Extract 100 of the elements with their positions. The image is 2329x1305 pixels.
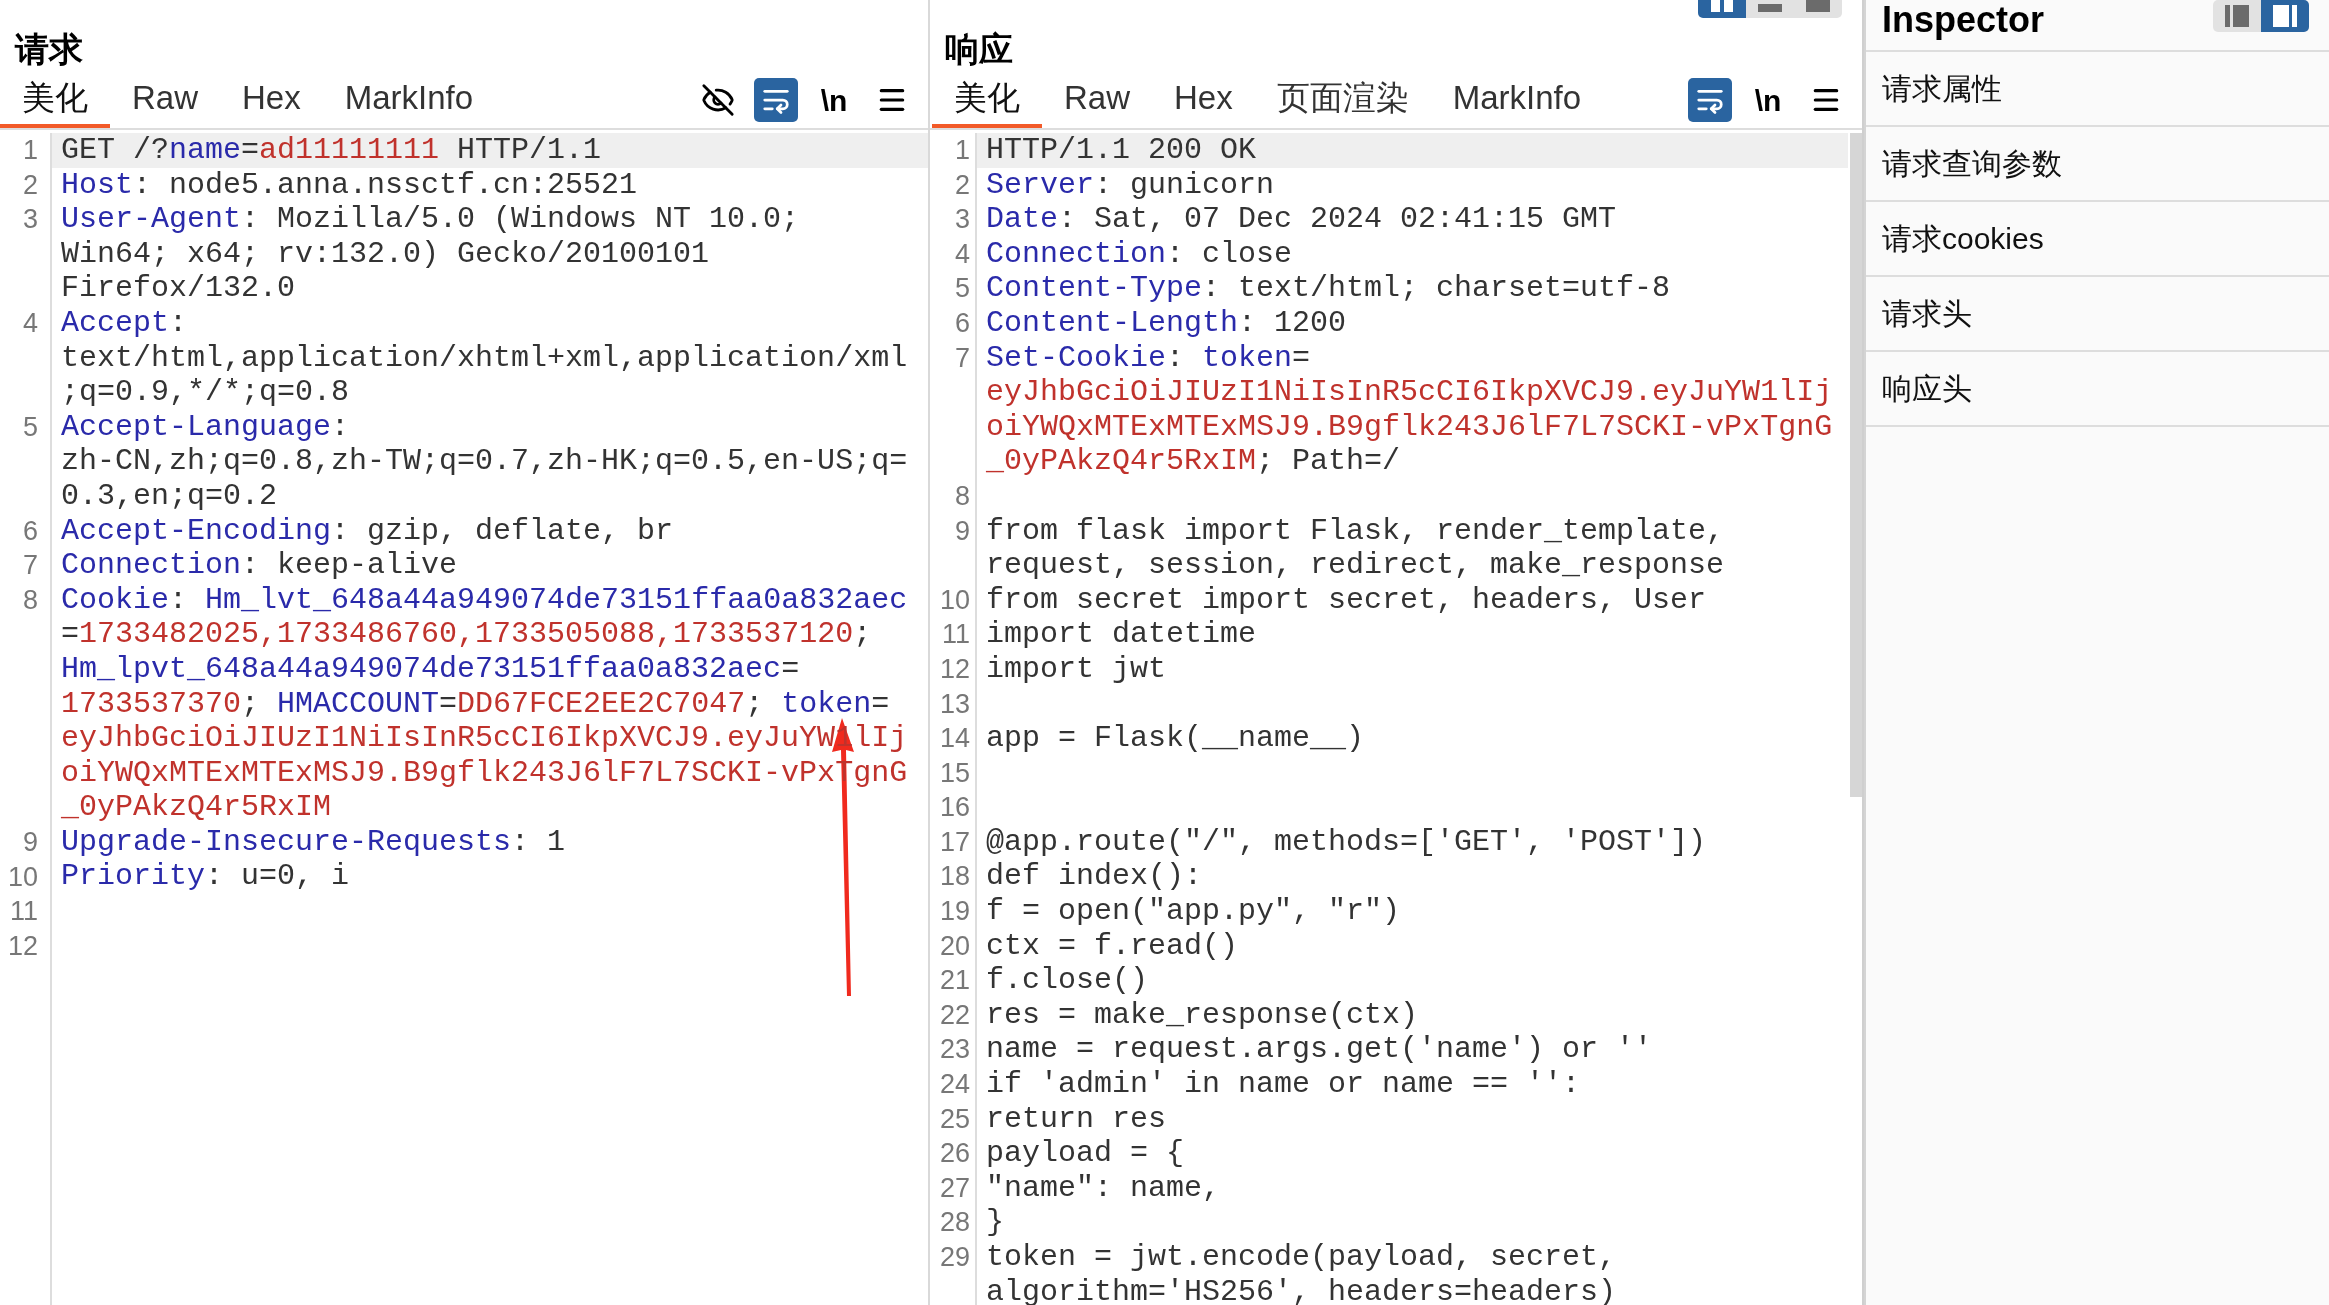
panel-title: 响应 (945, 29, 1013, 70)
newline-button[interactable]: \n (812, 78, 856, 122)
inspector-section[interactable]: 响应头 (1866, 352, 2329, 427)
inspector-section[interactable]: 请求属性 (1866, 52, 2329, 127)
code-line: Priority: u=0, i (60, 859, 351, 895)
line-number: 15 (938, 756, 970, 790)
line-number: 14 (938, 722, 970, 756)
line-number: 6 (953, 306, 970, 340)
inspector-section[interactable]: 请求头 (1866, 277, 2329, 352)
line-number: 5 (21, 410, 38, 444)
scrollbar[interactable] (1850, 133, 1862, 797)
code-line: eyJhbGciOiJIUzI1NiIsInR5cCI6IkpXVCJ9.eyJuYW1lIj (985, 375, 1834, 410)
code-line: ctx = f.read() (985, 928, 1240, 964)
tab[interactable]: Raw (1042, 72, 1153, 128)
line-number: 3 (21, 203, 38, 237)
line-number: 9 (21, 825, 38, 859)
layout-toggle[interactable] (1746, 0, 1794, 18)
wrap-button[interactable] (754, 78, 798, 122)
line-number: 12 (6, 929, 38, 963)
tab[interactable]: MarkInfo (322, 72, 496, 128)
code-line: @app.route("/", methods=['GET', 'POST']) (985, 824, 1708, 860)
tab[interactable]: 美化 (932, 72, 1042, 128)
line-number: 12 (938, 652, 970, 686)
tab[interactable]: MarkInfo (1430, 72, 1604, 128)
columns-icon (1709, 0, 1735, 12)
inspector-section[interactable]: 请求查询参数 (1866, 127, 2329, 202)
line-number: 4 (953, 237, 970, 271)
layout-toggle[interactable] (2261, 0, 2309, 32)
layout-toggle[interactable] (1698, 0, 1746, 18)
code-line: res = make_response(ctx) (985, 997, 1420, 1033)
code-line: f.close() (985, 963, 1150, 998)
line-number: 7 (21, 549, 38, 583)
inspector-title: Inspector (1882, 0, 2045, 40)
sidebar-right-icon (2272, 5, 2298, 27)
tab[interactable]: Hex (220, 72, 323, 128)
newline-button[interactable]: \n (1746, 78, 1790, 122)
code-line: 1733537370; HMACCOUNT=DD67FCE2EE2C7047; token= (60, 686, 891, 722)
line-number: 11 (8, 895, 38, 929)
line-number: 19 (938, 895, 970, 929)
line-number: 17 (938, 825, 970, 859)
sidebar-left-icon (2224, 5, 2250, 27)
code-line: Connection: close (985, 236, 1294, 272)
line-number: 2 (21, 168, 38, 202)
code-line: Set-Cookie: token= (985, 340, 1312, 376)
line-number: 25 (938, 1102, 970, 1136)
block-icon (1805, 0, 1831, 12)
code-line: User-Agent: Mozilla/5.0 (Windows NT 10.0; (60, 202, 801, 237)
code-line: if 'admin' in name or name == '': (985, 1067, 1582, 1102)
inspector-section[interactable]: 请求cookies (1866, 202, 2329, 277)
layout-toggle[interactable] (1794, 0, 1842, 18)
line-number: 26 (938, 1137, 970, 1171)
line-number: 28 (938, 1206, 970, 1240)
code-line: from flask import Flask, render_template, (985, 513, 1726, 549)
line-number: 20 (938, 929, 970, 963)
dash-icon (1757, 4, 1783, 12)
line-number: 13 (938, 687, 970, 721)
line-number: 22 (938, 998, 970, 1032)
code-line: Date: Sat, 07 Dec 2024 02:41:15 GMT (985, 202, 1618, 237)
tab[interactable]: 页面渲染 (1254, 72, 1431, 128)
code-line: Win64; x64; rv:132.0) Gecko/20100101 (60, 236, 711, 272)
code-line: "name": name, (985, 1170, 1222, 1206)
code-line: app = Flask(__name__) (985, 721, 1366, 756)
line-number: 10 (6, 860, 38, 894)
code-line: return res (985, 1101, 1168, 1137)
layout-toggle[interactable] (2213, 0, 2261, 32)
code-line: oiYWQxMTExMTExMSJ9.B9gflk243J6lF7L7SCKI-vPxTgnG (985, 409, 1834, 445)
code-line: _0yPAkzQ4r5RxIM; Path=/ (985, 444, 1402, 479)
code-line: zh-CN,zh;q=0.8,zh-TW;q=0.7,zh-HK;q=0.5,en-US;q= (60, 444, 909, 479)
code-line: ;q=0.9,*/*;q=0.8 (60, 375, 351, 410)
line-number: 27 (938, 1171, 970, 1205)
tab[interactable]: 美化 (0, 72, 110, 128)
code-line: Firefox/132.0 (60, 271, 297, 306)
line-number: 29 (938, 1241, 970, 1274)
code-line: Hm_lpvt_648a44a949074de73151ffaa0a832aec= (60, 651, 801, 687)
line-number: 6 (21, 514, 38, 548)
panel-title: 请求 (15, 29, 83, 70)
code-line: request, session, redirect, make_response (985, 548, 1726, 583)
code-line: import datetime (985, 617, 1258, 652)
code-line: algorithm='HS256', headers=headers) (985, 1274, 1618, 1305)
code-line: Server: gunicorn (985, 167, 1276, 203)
line-number: 8 (953, 479, 970, 513)
code-line: payload = { (985, 1136, 1186, 1171)
line-number: 1 (21, 134, 38, 167)
code-line: f = open("app.py", "r") (985, 894, 1402, 929)
code-line: Host: node5.anna.nssctf.cn:25521 (60, 167, 639, 203)
line-number: 10 (938, 583, 970, 617)
wrap-button[interactable] (1688, 78, 1732, 122)
code-line: text/html,application/xhtml+xml,application/xml (60, 340, 909, 376)
line-number: 24 (938, 1068, 970, 1102)
tab[interactable]: Hex (1152, 72, 1255, 128)
code-line: =1733482025,1733486760,1733505088,1733537120; (60, 617, 873, 652)
line-number: 4 (21, 306, 38, 340)
code-line: Cookie: Hm_lvt_648a44a949074de73151ffaa0a832aec (60, 582, 909, 618)
code-line: Accept-Language: (60, 409, 351, 445)
line-number: 16 (938, 791, 970, 825)
code-line: _0yPAkzQ4r5RxIM (60, 790, 333, 825)
tab[interactable]: Raw (110, 72, 221, 128)
code-line: def index(): (985, 859, 1204, 895)
code-line: 0.3,en;q=0.2 (60, 478, 279, 514)
code-line: Content-Length: 1200 (985, 305, 1348, 341)
